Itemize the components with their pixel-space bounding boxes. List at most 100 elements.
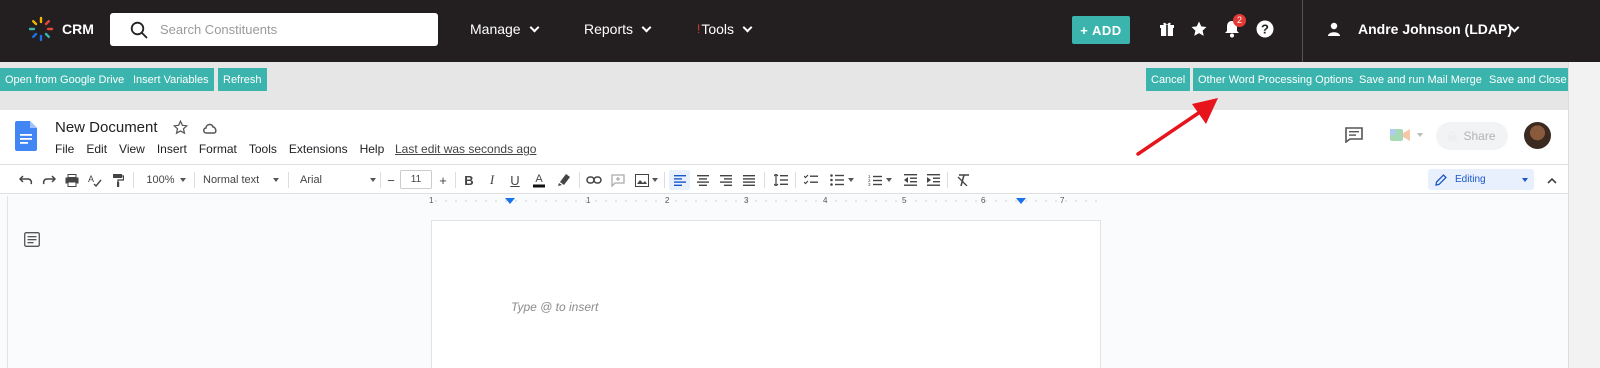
menu-edit[interactable]: Edit xyxy=(86,142,107,156)
horizontal-ruler[interactable]: 1 1 2 3 4 5 6 7 xyxy=(429,196,1101,206)
docs-header: New Document File Edit View Insert Forma… xyxy=(0,110,1568,164)
toolbar-divider xyxy=(133,172,134,188)
undo-icon[interactable] xyxy=(17,170,35,190)
docs-logo-icon[interactable] xyxy=(15,121,37,151)
menu-file[interactable]: File xyxy=(55,142,74,156)
bold-icon[interactable]: B xyxy=(461,170,477,190)
user-icon[interactable] xyxy=(1323,18,1345,40)
pencil-icon xyxy=(1435,173,1447,186)
insert-link-icon[interactable] xyxy=(585,170,603,190)
annotation-arrow-icon xyxy=(1136,98,1218,156)
last-edit-link[interactable]: Last edit was seconds ago xyxy=(395,142,536,156)
document-title[interactable]: New Document xyxy=(55,119,158,136)
toolbar-divider xyxy=(288,172,289,188)
add-comment-icon[interactable] xyxy=(609,170,627,190)
menu-help[interactable]: Help xyxy=(360,142,385,156)
increase-font-size-icon[interactable]: + xyxy=(436,170,450,190)
help-icon[interactable]: ? xyxy=(1254,18,1276,40)
ruler-label: 2 xyxy=(665,196,670,205)
toolbar-divider xyxy=(455,172,456,188)
justify-icon[interactable] xyxy=(740,170,758,190)
gift-icon[interactable] xyxy=(1156,18,1178,40)
print-icon[interactable] xyxy=(63,170,81,190)
align-left-icon[interactable] xyxy=(669,170,690,190)
menu-extensions[interactable]: Extensions xyxy=(289,142,348,156)
page-scrollbar[interactable] xyxy=(1568,62,1600,368)
account-avatar[interactable] xyxy=(1524,122,1551,149)
ruler-label: 1 xyxy=(429,196,434,205)
open-from-drive-button[interactable]: Open from Google Drive xyxy=(0,68,130,91)
save-and-run-mail-merge-button[interactable]: Save and run Mail Merge xyxy=(1354,68,1487,91)
hide-menus-chevron-up-icon[interactable] xyxy=(1543,170,1561,190)
other-word-processing-options-button[interactable]: Other Word Processing Options xyxy=(1193,68,1359,91)
decrease-indent-icon[interactable] xyxy=(901,170,919,190)
nav-manage[interactable]: Manage xyxy=(470,21,540,37)
share-button[interactable]: Share xyxy=(1436,122,1508,150)
share-label: Share xyxy=(1463,129,1496,143)
crm-top-bar: CRM Manage Reports ! Tools + ADD 2 ? And… xyxy=(0,0,1600,62)
clear-formatting-icon[interactable] xyxy=(954,170,972,190)
align-right-icon[interactable] xyxy=(717,170,735,190)
insert-image-icon[interactable] xyxy=(632,170,660,190)
increase-indent-icon[interactable] xyxy=(924,170,942,190)
insert-variables-button[interactable]: Insert Variables xyxy=(128,68,214,91)
menu-insert[interactable]: Insert xyxy=(157,142,187,156)
document-page[interactable]: Type @ to insert xyxy=(431,220,1101,368)
font-family-select[interactable]: Arial xyxy=(300,170,376,190)
font-dropdown-icon xyxy=(370,178,376,182)
ruler-label: 6 xyxy=(981,196,986,205)
paragraph-style-select[interactable]: Normal text xyxy=(203,170,283,190)
checklist-icon[interactable] xyxy=(801,170,821,190)
chevron-down-icon xyxy=(641,22,652,32)
notification-count-badge: 2 xyxy=(1233,14,1246,27)
add-button[interactable]: + ADD xyxy=(1072,16,1130,44)
italic-icon[interactable]: I xyxy=(484,170,500,190)
menu-view[interactable]: View xyxy=(119,142,145,156)
paint-format-icon[interactable] xyxy=(109,170,127,190)
vertical-ruler[interactable] xyxy=(0,196,8,368)
toolbar-divider xyxy=(764,172,765,188)
numbered-list-icon[interactable]: 123 xyxy=(864,170,896,190)
text-color-icon[interactable]: A xyxy=(530,170,548,190)
toolbar-divider xyxy=(194,172,195,188)
mode-dropdown-icon xyxy=(1522,177,1528,182)
right-indent-marker[interactable] xyxy=(1016,198,1026,204)
star-icon[interactable] xyxy=(1188,18,1210,40)
font-size-input[interactable]: 11 xyxy=(400,170,432,189)
font-family-value: Arial xyxy=(300,174,323,186)
numbering-dropdown-icon xyxy=(886,178,892,182)
menu-format[interactable]: Format xyxy=(199,142,237,156)
svg-text:A: A xyxy=(88,174,94,184)
align-center-icon[interactable] xyxy=(694,170,712,190)
cloud-status-icon[interactable] xyxy=(202,121,218,134)
constituent-search[interactable] xyxy=(110,13,438,46)
crm-logo-icon[interactable] xyxy=(28,16,54,42)
user-name[interactable]: Andre Johnson (LDAP) xyxy=(1358,21,1512,37)
line-spacing-icon[interactable] xyxy=(771,170,791,190)
star-icon[interactable] xyxy=(173,120,188,135)
meet-button[interactable] xyxy=(1390,127,1423,143)
chevron-down-icon xyxy=(742,22,753,32)
menu-tools[interactable]: Tools xyxy=(249,142,277,156)
editing-mode-select[interactable]: Editing xyxy=(1428,169,1534,190)
underline-icon[interactable]: U xyxy=(507,170,523,190)
ruler-label: 7 xyxy=(1060,196,1065,205)
insert-placeholder: Type @ to insert xyxy=(511,300,599,314)
left-indent-marker[interactable] xyxy=(505,198,515,204)
svg-text:3: 3 xyxy=(868,182,871,186)
save-and-close-button[interactable]: Save and Close xyxy=(1484,68,1572,91)
search-input[interactable] xyxy=(160,13,430,46)
bulleted-list-icon[interactable] xyxy=(826,170,858,190)
nav-reports[interactable]: Reports xyxy=(584,21,652,37)
spellcheck-icon[interactable]: A xyxy=(86,170,104,190)
cancel-button[interactable]: Cancel xyxy=(1146,68,1191,91)
highlight-color-icon[interactable] xyxy=(555,170,573,190)
refresh-button[interactable]: Refresh xyxy=(218,68,267,91)
nav-tools[interactable]: ! Tools xyxy=(697,21,753,37)
comment-history-icon[interactable] xyxy=(1345,127,1363,143)
zoom-select[interactable]: 100% xyxy=(142,170,190,190)
redo-icon[interactable] xyxy=(40,170,58,190)
crm-brand-label[interactable]: CRM xyxy=(62,21,94,37)
decrease-font-size-icon[interactable]: − xyxy=(384,170,398,190)
document-outline-icon[interactable] xyxy=(24,232,40,247)
